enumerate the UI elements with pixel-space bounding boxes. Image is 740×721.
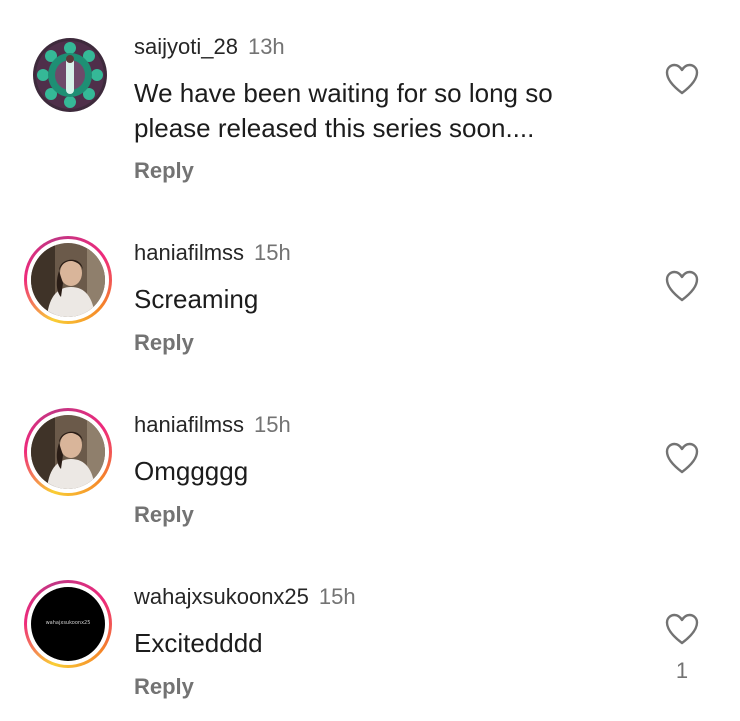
avatar-ring-gap xyxy=(27,239,109,321)
heart-icon[interactable] xyxy=(664,269,700,303)
timestamp: 15h xyxy=(254,412,291,437)
like-count[interactable]: 1 xyxy=(664,658,700,684)
comment-meta: saijyoti_28 13h xyxy=(134,34,285,60)
username[interactable]: haniafilmss xyxy=(134,412,244,437)
avatar-image xyxy=(31,243,105,317)
username[interactable]: saijyoti_28 xyxy=(134,34,238,59)
heart-icon[interactable] xyxy=(664,62,700,96)
comment-text-line: Excitedddd xyxy=(134,628,263,658)
reply-button[interactable]: Reply xyxy=(134,158,194,184)
comment-meta: wahajxsukoonx25 15h xyxy=(134,584,356,610)
username[interactable]: wahajxsukoonx25 xyxy=(134,584,309,609)
comment-meta: haniafilmss 15h xyxy=(134,412,291,438)
timestamp: 15h xyxy=(318,584,356,609)
timestamp: 15h xyxy=(254,240,291,265)
timestamp: 13h xyxy=(247,34,285,59)
avatar[interactable] xyxy=(24,236,112,324)
avatar-ring-gap xyxy=(27,411,109,493)
avatar[interactable]: wahajxsukoonx25 xyxy=(24,580,112,668)
comment-text-line: Screaming xyxy=(134,284,259,314)
comment-text-line: Omggggg xyxy=(134,456,249,486)
comment-meta: haniafilmss 15h xyxy=(134,240,291,266)
avatar-text: wahajxsukoonx25 xyxy=(45,620,91,626)
avatar-image: wahajxsukoonx25 xyxy=(31,587,105,661)
avatar-image xyxy=(31,415,105,489)
avatar-ring-gap: wahajxsukoonx25 xyxy=(27,583,109,665)
reply-button[interactable]: Reply xyxy=(134,502,194,528)
avatar[interactable] xyxy=(33,38,107,112)
reply-button[interactable]: Reply xyxy=(134,674,194,700)
heart-icon[interactable] xyxy=(664,441,700,475)
comment-text-line: We have been waiting for so long so xyxy=(134,78,553,108)
comment-text-line: please released this series soon.... xyxy=(134,113,535,143)
reply-button[interactable]: Reply xyxy=(134,330,194,356)
avatar[interactable] xyxy=(24,408,112,496)
heart-icon[interactable] xyxy=(664,612,700,646)
username[interactable]: haniafilmss xyxy=(134,240,244,265)
